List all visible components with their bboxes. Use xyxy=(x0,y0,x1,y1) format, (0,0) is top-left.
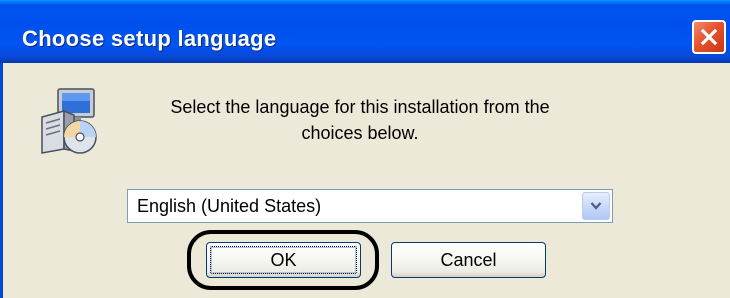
close-button[interactable] xyxy=(692,20,726,54)
window-title: Choose setup language xyxy=(22,26,277,51)
ok-button[interactable]: OK xyxy=(206,242,361,278)
language-select[interactable]: English (United States) xyxy=(127,189,613,223)
instruction-text: Select the language for this installatio… xyxy=(170,97,550,143)
cancel-button[interactable]: Cancel xyxy=(391,242,546,278)
focus-rectangle xyxy=(210,246,357,274)
language-select-value: English (United States) xyxy=(137,196,322,216)
cancel-button-label: Cancel xyxy=(440,250,497,270)
setup-language-dialog: Choose setup language Select the languag… xyxy=(0,0,730,298)
title-bar[interactable]: Choose setup language xyxy=(0,0,730,63)
language-select-dropdown-button[interactable] xyxy=(582,192,610,220)
setup-installer-icon xyxy=(41,88,97,154)
close-icon xyxy=(700,28,718,46)
chevron-down-icon xyxy=(590,202,602,210)
